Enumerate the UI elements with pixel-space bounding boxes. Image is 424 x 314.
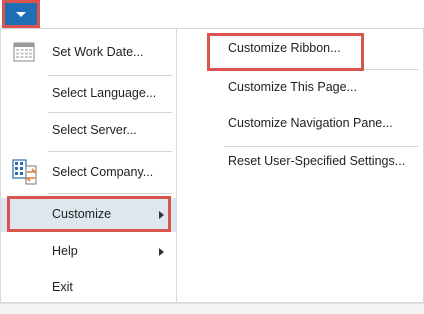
menu-item-select-company[interactable]: Select Company... bbox=[1, 156, 176, 190]
submenu-item-reset-user-settings[interactable]: Reset User-Specified Settings... bbox=[177, 147, 423, 177]
submenu-item-label: Customize Navigation Pane... bbox=[228, 116, 393, 130]
divider bbox=[48, 75, 172, 76]
menu-item-label: Help bbox=[52, 244, 78, 258]
bottom-bar bbox=[0, 303, 424, 314]
calendar-icon bbox=[13, 41, 35, 66]
top-bar bbox=[0, 0, 424, 29]
menu-item-label: Set Work Date... bbox=[52, 45, 144, 59]
menu-item-label: Exit bbox=[52, 280, 73, 294]
menu-item-label: Select Language... bbox=[52, 86, 157, 100]
submenu-item-customize-navigation-pane[interactable]: Customize Navigation Pane... bbox=[177, 109, 423, 139]
dropdown-arrow-icon bbox=[16, 12, 26, 17]
customize-submenu-panel: Customize Ribbon... Customize This Page.… bbox=[176, 29, 423, 302]
divider bbox=[48, 151, 172, 152]
submenu-arrow-icon bbox=[159, 211, 164, 219]
menu-item-label: Customize bbox=[52, 207, 112, 221]
submenu-item-customize-ribbon[interactable]: Customize Ribbon... bbox=[177, 34, 423, 64]
submenu-item-label: Reset User-Specified Settings... bbox=[228, 154, 406, 168]
menu-item-label: Select Server... bbox=[52, 123, 137, 137]
menu-item-select-server[interactable]: Select Server... bbox=[1, 114, 176, 148]
submenu-item-label: Customize This Page... bbox=[228, 80, 357, 94]
submenu-item-customize-this-page[interactable]: Customize This Page... bbox=[177, 73, 423, 103]
submenu-arrow-icon bbox=[159, 248, 164, 256]
application-menu: Set Work Date... Select Language... Sele… bbox=[0, 28, 424, 303]
menu-item-customize[interactable]: Customize bbox=[1, 198, 176, 232]
divider bbox=[224, 69, 419, 70]
company-switch-icon bbox=[11, 158, 39, 189]
submenu-item-label: Customize Ribbon... bbox=[228, 41, 341, 55]
divider bbox=[48, 112, 172, 113]
menu-item-set-work-date[interactable]: Set Work Date... bbox=[1, 36, 176, 70]
menu-item-help[interactable]: Help bbox=[1, 235, 176, 269]
menu-item-exit[interactable]: Exit bbox=[1, 271, 176, 305]
application-menu-button[interactable] bbox=[4, 2, 38, 26]
menu-item-select-language[interactable]: Select Language... bbox=[1, 77, 176, 111]
menu-item-label: Select Company... bbox=[52, 165, 154, 179]
divider bbox=[48, 193, 172, 194]
left-menu-panel: Set Work Date... Select Language... Sele… bbox=[1, 29, 176, 302]
